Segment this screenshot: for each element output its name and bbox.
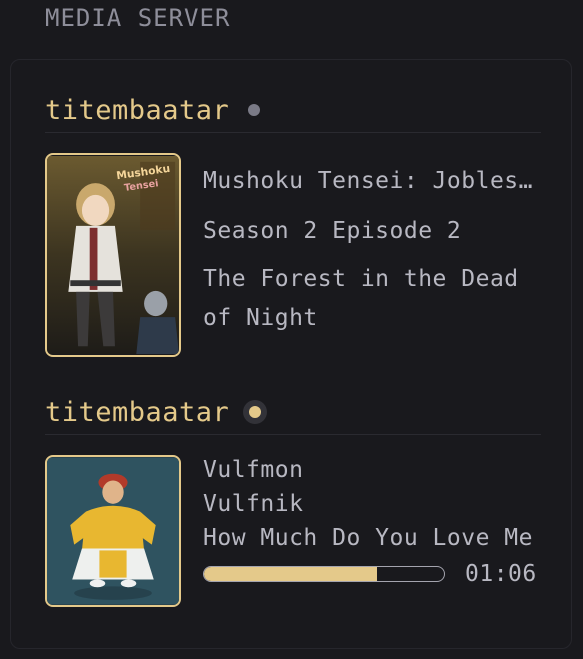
paused-status-icon	[248, 104, 261, 116]
session-2: titembaatar Vulfmon Vulfnik How Much Do …	[45, 390, 541, 607]
album-cover-icon[interactable]	[45, 455, 181, 607]
progress-bar-fill	[204, 567, 377, 581]
track-album: Vulfnik	[203, 491, 304, 517]
section-title: MEDIA SERVER	[45, 4, 231, 32]
media-item[interactable]: Vulfmon Vulfnik How Much Do You Love Me …	[45, 455, 541, 607]
anime-poster-icon[interactable]: Mushoku Tensei	[45, 153, 181, 357]
session-user-name: titembaatar	[45, 94, 230, 126]
session-header: titembaatar	[45, 390, 541, 435]
track-meta: Vulfmon Vulfnik How Much Do You Love Me …	[203, 455, 541, 607]
session-header: titembaatar	[45, 88, 541, 133]
track-title: How Much Do You Love Me	[203, 525, 533, 551]
media-title: Mushoku Tensei: Jobless Reincarnation	[203, 168, 541, 194]
sessions-card: titembaatar Mushoku Tensei Mushoku Tense…	[10, 59, 572, 649]
media-meta: Mushoku Tensei: Jobless Reincarnation Se…	[203, 153, 541, 357]
session-user-name: titembaatar	[45, 396, 230, 428]
media-item[interactable]: Mushoku Tensei Mushoku Tensei: Jobless S…	[45, 153, 541, 357]
media-subtitle: Season 2 Episode 2	[203, 218, 462, 244]
track-artist: Vulfmon	[203, 457, 304, 483]
media-server-widget: MEDIA SERVER titembaatar Mushoku Tensei …	[0, 0, 583, 659]
playback-progress: 01:06	[203, 561, 541, 587]
episode-title: The Forest in the Dead of Night	[203, 266, 519, 331]
session-1: titembaatar Mushoku Tensei Mushoku Tense…	[45, 88, 541, 357]
playing-status-icon	[243, 400, 268, 424]
playback-time: 01:06	[465, 561, 537, 587]
progress-bar[interactable]	[203, 566, 445, 582]
